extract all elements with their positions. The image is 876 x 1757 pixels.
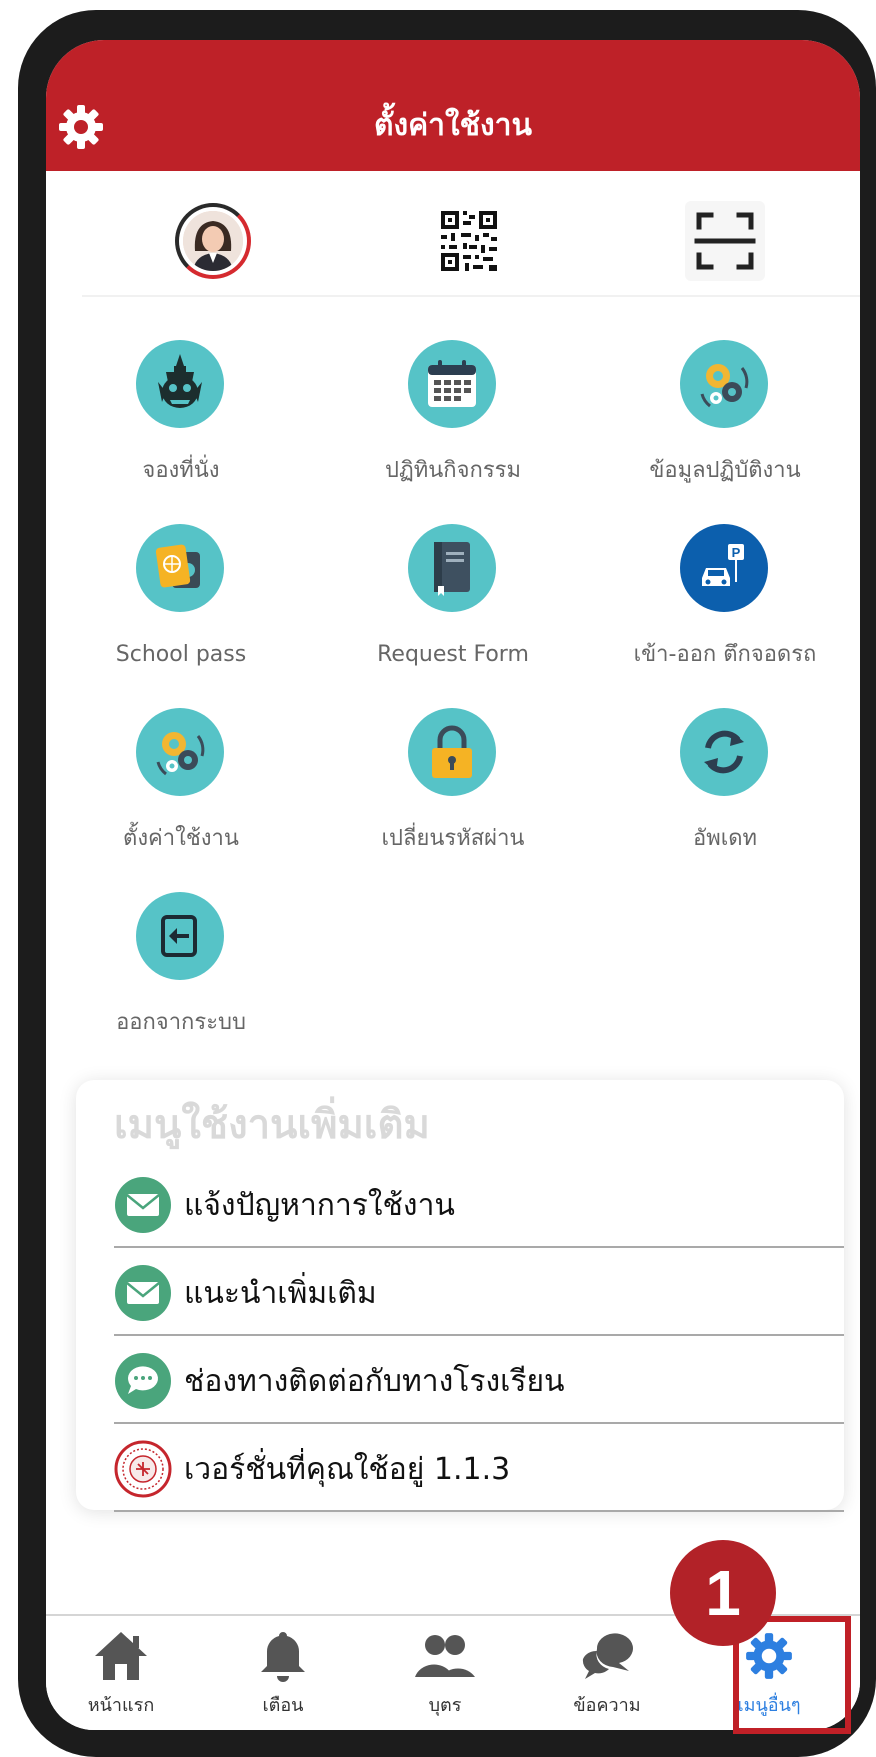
grid-item-label: ออกจากระบบ — [116, 1010, 246, 1035]
more-item-report-problem[interactable]: แจ้งปัญหาการใช้งาน — [114, 1160, 844, 1248]
nav-messages[interactable]: ข้อความ — [532, 1624, 682, 1724]
grid-item-label: ตั้งค่าใช้งาน — [123, 826, 239, 851]
grid-item-label: เข้า-ออก ตึกจอดรถ — [633, 642, 817, 667]
refresh-icon — [680, 708, 768, 796]
bell-icon — [253, 1628, 313, 1684]
avatar — [175, 203, 251, 279]
logout-icon — [136, 892, 224, 980]
more-item-label: แจ้งปัญหาการใช้งาน — [184, 1188, 455, 1223]
more-item-contact-school[interactable]: ช่องทางติดต่อกับทางโรงเรียน — [114, 1336, 844, 1424]
more-menu-card: เมนูใช้งานเพิ่มเติม แจ้งปัญหาการใช้งาน แ… — [76, 1080, 844, 1512]
scan-icon — [685, 201, 765, 281]
grid-item-change-password[interactable]: เปลี่ยนรหัสผ่าน — [318, 708, 588, 892]
nav-label: บุตร — [428, 1695, 462, 1716]
chat-icon — [114, 1352, 172, 1410]
more-item-version: เวอร์ชั่นที่คุณใช้อยู่ 1.1.3 — [114, 1424, 844, 1512]
nav-notifications[interactable]: เตือน — [208, 1624, 358, 1724]
nav-label: เตือน — [262, 1695, 304, 1716]
page-title: ตั้งค่าใช้งาน — [373, 108, 533, 143]
grid-item-work-info[interactable]: ข้อมูลปฏิบัติงาน — [590, 340, 860, 524]
more-item-label: แนะนำเพิ่มเติม — [184, 1276, 377, 1311]
gears-icon — [136, 708, 224, 796]
grid-item-label: School pass — [115, 642, 247, 667]
grid-item-label: Request Form — [377, 642, 529, 667]
parking-car-icon: P — [680, 524, 768, 612]
grid-item-request-form[interactable]: Request Form — [318, 524, 588, 708]
calendar-icon — [408, 340, 496, 428]
more-menu-title: เมนูใช้งานเพิ่มเติม — [114, 1102, 430, 1148]
grid-item-activity-calendar[interactable]: ปฏิทินกิจกรรม — [318, 340, 588, 524]
avatar-photo — [183, 211, 243, 271]
grid-item-update[interactable]: อัพเดท — [590, 708, 860, 892]
divider — [82, 295, 860, 297]
nav-home[interactable]: หน้าแรก — [46, 1624, 196, 1724]
grid-item-label: ปฏิทินกิจกรรม — [385, 458, 521, 483]
grid-item-label: อัพเดท — [692, 826, 758, 851]
nav-label: หน้าแรก — [87, 1695, 155, 1716]
version-text: เวอร์ชั่นที่คุณใช้อยู่ 1.1.3 — [184, 1452, 511, 1487]
quick-actions-row — [46, 171, 860, 301]
qr-code-button[interactable] — [429, 201, 509, 281]
giant-statue-icon — [136, 340, 224, 428]
users-icon — [415, 1628, 475, 1684]
mail-icon — [114, 1176, 172, 1234]
grid-item-parking[interactable]: P เข้า-ออก ตึกจอดรถ — [590, 524, 860, 708]
svg-text:P: P — [732, 545, 741, 560]
lock-icon — [408, 708, 496, 796]
grid-item-label: ข้อมูลปฏิบัติงาน — [649, 458, 801, 483]
grid-item-seat-booking[interactable]: จองที่นั่ง — [46, 340, 316, 524]
step-badge: 1 — [670, 1540, 776, 1646]
app-screen: ตั้งค่าใช้งาน จองที่นั่ง ปฏิทินกิจกรรม ข… — [46, 40, 860, 1730]
qr-code-icon — [439, 209, 499, 273]
grid-item-label: เปลี่ยนรหัสผ่าน — [381, 826, 525, 851]
gears-icon — [680, 340, 768, 428]
grid-item-label: จองที่นั่ง — [142, 458, 220, 483]
profile-avatar[interactable] — [173, 201, 253, 281]
nav-children[interactable]: บุตร — [370, 1624, 520, 1724]
grid-item-school-pass[interactable]: School pass — [46, 524, 316, 708]
grid-item-settings[interactable]: ตั้งค่าใช้งาน — [46, 708, 316, 892]
school-seal-icon — [114, 1440, 172, 1498]
passport-icon — [136, 524, 224, 612]
book-icon — [408, 524, 496, 612]
more-item-label: ช่องทางติดต่อกับทางโรงเรียน — [184, 1364, 565, 1399]
more-item-suggestion[interactable]: แนะนำเพิ่มเติม — [114, 1248, 844, 1336]
mail-icon — [114, 1264, 172, 1322]
nav-label: ข้อความ — [573, 1695, 641, 1716]
chat-bubbles-icon — [577, 1628, 637, 1684]
home-icon — [91, 1628, 151, 1684]
app-header: ตั้งค่าใช้งาน — [46, 40, 860, 171]
grid-item-logout[interactable]: ออกจากระบบ — [46, 892, 316, 1076]
scan-button[interactable] — [685, 201, 765, 281]
